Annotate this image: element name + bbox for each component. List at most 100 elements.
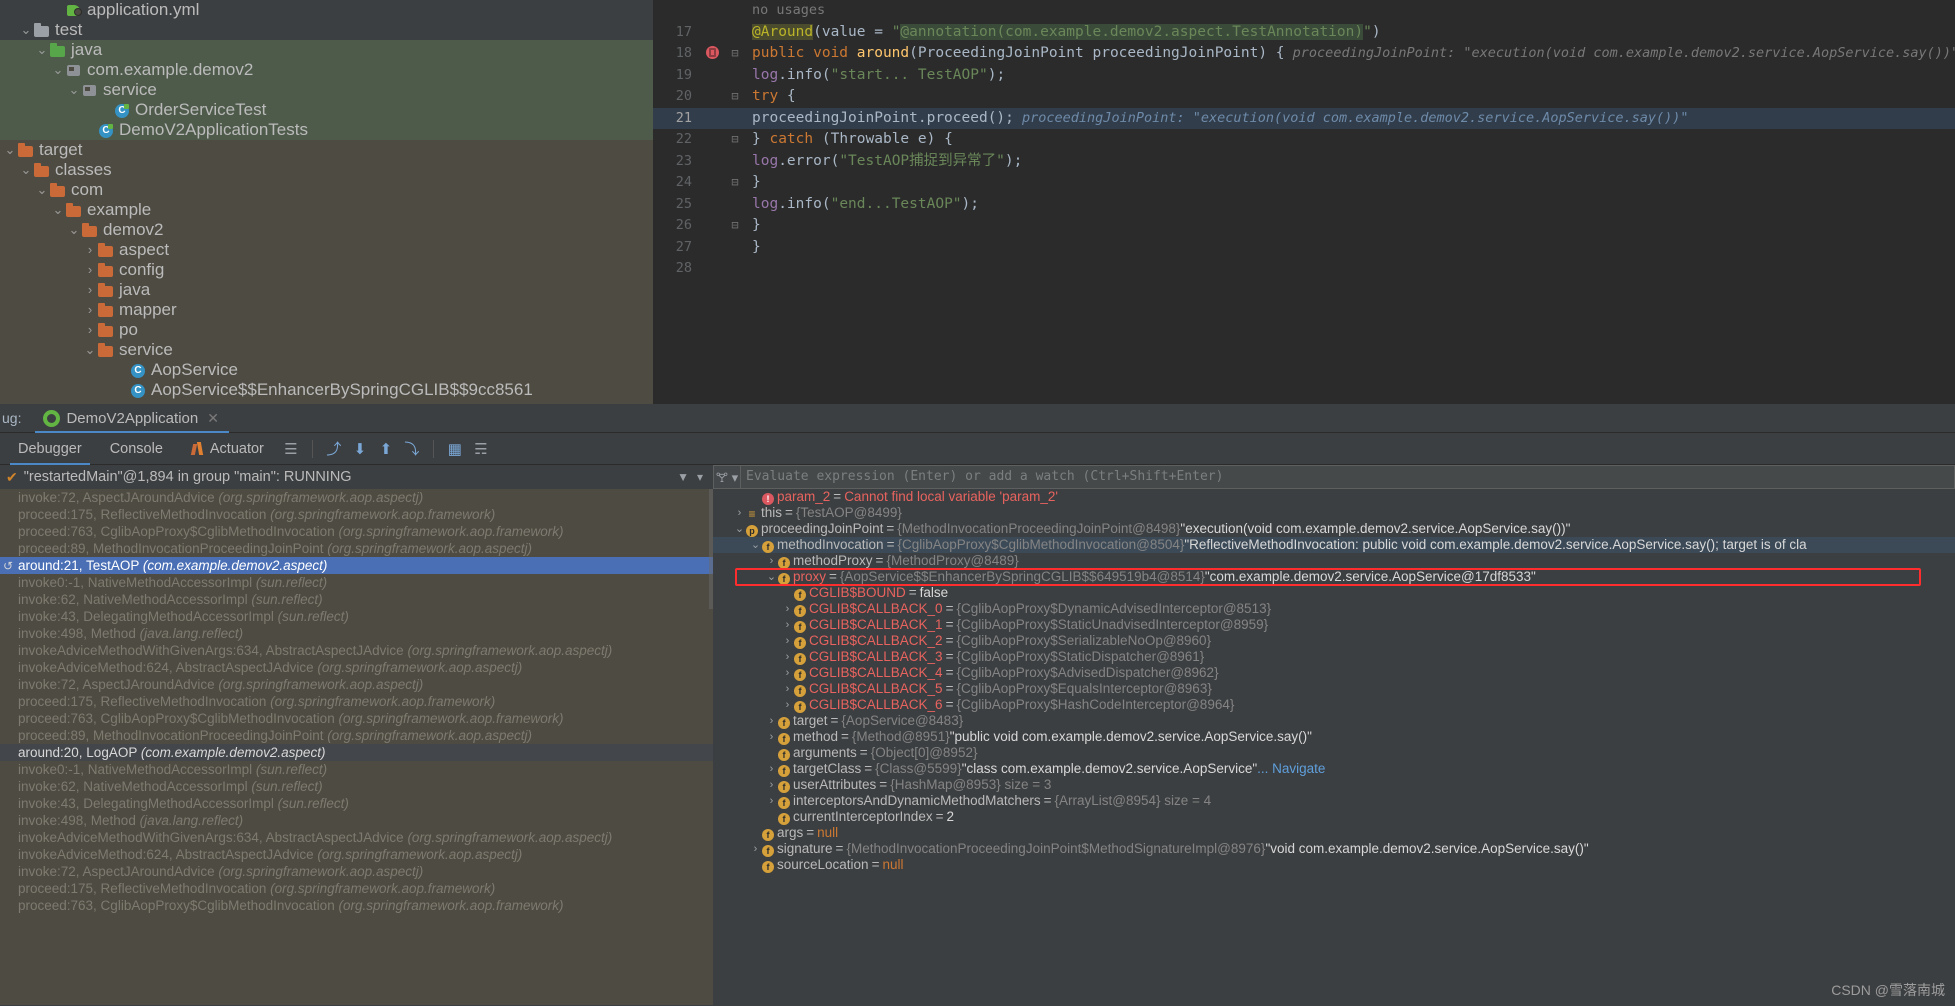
frame-row[interactable]: invokeAdviceMethodWithGivenArgs:634, Abs… (0, 642, 713, 659)
fold-toggle-icon[interactable]: ⊟ (726, 172, 744, 194)
close-icon[interactable]: ✕ (207, 410, 219, 427)
tree-item-classes[interactable]: ⌄ classes (0, 160, 653, 180)
chevron-right-icon[interactable]: › (733, 505, 746, 521)
filter-icon[interactable]: 🝖 ▾ (714, 465, 740, 490)
chevron-right-icon[interactable]: › (82, 280, 98, 300)
code-editor[interactable]: no usages 17 @Around(value = "@annotation(… (653, 0, 1955, 404)
tree-item-example[interactable]: ⌄ example (0, 200, 653, 220)
tree-item-com-example-demov2[interactable]: ⌄ com.example.demov2 (0, 60, 653, 80)
variable-row[interactable]: f sourceLocation = null (713, 857, 1955, 873)
frame-row[interactable]: invokeAdviceMethod:624, AbstractAspectJA… (0, 659, 713, 676)
evaluate-expression-input[interactable]: Evaluate expression (Enter) or add a wat… (740, 466, 1954, 488)
navigate-link[interactable]: ... Navigate (1257, 761, 1325, 777)
variable-row[interactable]: f args = null (713, 825, 1955, 841)
step-over-button[interactable]: ⤴ (321, 436, 347, 462)
frame-row[interactable]: proceed:175, ReflectiveMethodInvocation … (0, 506, 713, 523)
variable-row[interactable]: › f interceptorsAndDynamicMethodMatchers =… (713, 793, 1955, 809)
chevron-down-icon[interactable]: ⌄ (18, 160, 34, 180)
variables-tree[interactable]: ! param_2 = Cannot find local variable 'p… (713, 489, 1955, 873)
frame-row[interactable]: invoke:72, AspectJAroundAdvice (org.spri… (0, 489, 713, 506)
frame-row[interactable]: invokeAdviceMethod:624, AbstractAspectJA… (0, 846, 713, 863)
frames-options-icon[interactable]: ▾ (697, 470, 703, 484)
chevron-down-icon[interactable]: ⌄ (66, 80, 82, 100)
run-to-cursor-button[interactable]: ⤵ (399, 436, 425, 462)
variable-row[interactable]: › f method = {Method@8951} "public void co… (713, 729, 1955, 745)
code-line[interactable]: 23 log.error("TestAOP捕捉到异常了"); (653, 151, 1955, 173)
chevron-down-icon[interactable]: ⌄ (765, 569, 778, 585)
tree-item-target[interactable]: ⌄ target (0, 140, 653, 160)
code-line[interactable]: 26 ⊟} (653, 215, 1955, 237)
tree-item-service[interactable]: ⌄ service (0, 80, 653, 100)
tree-item-com[interactable]: ⌄ com (0, 180, 653, 200)
frame-row[interactable]: invoke:72, AspectJAroundAdvice (org.spri… (0, 863, 713, 880)
frame-row[interactable]: proceed:763, CglibAopProxy$CglibMethodIn… (0, 710, 713, 727)
variable-row[interactable]: f currentInterceptorIndex = 2 (713, 809, 1955, 825)
variable-row[interactable]: f arguments = {Object[0]@8952} (713, 745, 1955, 761)
frame-row[interactable]: invoke:62, NativeMethodAccessorImpl (sun… (0, 778, 713, 795)
frame-row[interactable]: invoke0:-1, NativeMethodAccessorImpl (su… (0, 574, 713, 591)
breakpoint-icon[interactable] (698, 43, 726, 65)
frames-view-button[interactable]: ☰ (278, 436, 304, 462)
reset-frame-icon[interactable]: ↺ (3, 558, 13, 575)
tree-item-mapper[interactable]: › mapper (0, 300, 653, 320)
debug-session-tab[interactable]: DemoV2Application ✕ (35, 404, 230, 433)
frame-row[interactable]: invoke0:-1, NativeMethodAccessorImpl (su… (0, 761, 713, 778)
tree-item-aspect[interactable]: › aspect (0, 240, 653, 260)
tree-item-orderservicetest[interactable]: C OrderServiceTest (0, 100, 653, 120)
chevron-right-icon[interactable]: › (765, 777, 778, 793)
project-tree[interactable]: application.yml ⌄ test ⌄ java ⌄ com.example.de… (0, 0, 653, 404)
variable-row[interactable]: › f userAttributes = {HashMap@8953} size =… (713, 777, 1955, 793)
variable-row[interactable]: › f CGLIB$CALLBACK_5 = {CglibAopProxy$Equa… (713, 681, 1955, 697)
chevron-right-icon[interactable]: › (82, 300, 98, 320)
variable-row[interactable]: › f CGLIB$CALLBACK_4 = {CglibAopProxy$Advi… (713, 665, 1955, 681)
code-line[interactable]: 19 log.info("start... TestAOP"); (653, 65, 1955, 87)
variable-row[interactable]: ⌄ f methodInvocation = {CglibAopProxy$Cgli… (713, 537, 1955, 553)
code-line[interactable]: 21 proceedingJoinPoint.proceed(); procee… (653, 107, 1955, 129)
chevron-right-icon[interactable]: › (749, 841, 762, 857)
variable-row[interactable]: › f targetClass = {Class@5599} "class com.… (713, 761, 1955, 777)
frame-row[interactable]: proceed:175, ReflectiveMethodInvocation … (0, 880, 713, 897)
chevron-right-icon[interactable]: › (82, 240, 98, 260)
variable-row[interactable]: › f CGLIB$CALLBACK_0 = {CglibAopProxy$Dyna… (713, 601, 1955, 617)
variable-row[interactable]: › f CGLIB$CALLBACK_3 = {CglibAopProxy$Stat… (713, 649, 1955, 665)
frame-row[interactable]: ↺ around:21, TestAOP (com.example.demov2.… (0, 557, 713, 574)
frame-row[interactable]: proceed:89, MethodInvocationProceedingJo… (0, 540, 713, 557)
tab-console[interactable]: Console (96, 433, 177, 465)
frame-row[interactable]: proceed:763, CglibAopProxy$CglibMethodIn… (0, 897, 713, 914)
frame-row[interactable]: invoke:43, DelegatingMethodAccessorImpl … (0, 795, 713, 812)
variable-row[interactable]: f CGLIB$BOUND = false (713, 585, 1955, 601)
tab-debugger[interactable]: Debugger (4, 433, 96, 465)
frame-row[interactable]: around:20, LogAOP (com.example.demov2.as… (0, 744, 713, 761)
chevron-right-icon[interactable]: › (765, 761, 778, 777)
chevron-right-icon[interactable]: › (765, 713, 778, 729)
settings-button[interactable]: ☴ (468, 436, 494, 462)
step-out-button[interactable]: ⬆ (373, 436, 399, 462)
code-line[interactable]: 22 ⊟ } catch (Throwable e) { (653, 129, 1955, 151)
step-into-button[interactable]: ⬇ (347, 436, 373, 462)
tree-item-application-yml[interactable]: application.yml (0, 0, 653, 20)
chevron-down-icon[interactable]: ⌄ (50, 200, 66, 220)
variable-row[interactable]: ⌄ f proxy = {AopService$$EnhancerBySpringC… (713, 569, 1955, 585)
code-line[interactable]: 20 ⊟ try { (653, 86, 1955, 108)
chevron-down-icon[interactable]: ⌄ (733, 521, 746, 537)
chevron-right-icon[interactable]: › (781, 697, 794, 713)
variable-row[interactable]: › f target = {AopService@8483} (713, 713, 1955, 729)
filter-frames-icon[interactable]: ▼ (677, 470, 689, 484)
chevron-right-icon[interactable]: › (765, 553, 778, 569)
chevron-down-icon[interactable]: ⌄ (34, 40, 50, 60)
variable-row[interactable]: ! param_2 = Cannot find local variable 'p… (713, 489, 1955, 505)
code-line[interactable]: 28 (653, 258, 1955, 280)
variable-row[interactable]: › f CGLIB$CALLBACK_1 = {CglibAopProxy$Stat… (713, 617, 1955, 633)
thread-selector[interactable]: ✔ "restartedMain"@1,894 in group "main":… (0, 465, 713, 489)
tree-item-demov2[interactable]: ⌄ demov2 (0, 220, 653, 240)
editor-hint-row[interactable]: no usages (653, 0, 1955, 22)
frames-list[interactable]: invoke:72, AspectJAroundAdvice (org.spri… (0, 489, 713, 914)
chevron-right-icon[interactable]: › (781, 633, 794, 649)
chevron-down-icon[interactable]: ⌄ (66, 220, 82, 240)
chevron-right-icon[interactable]: › (781, 649, 794, 665)
tree-item-config[interactable]: › config (0, 260, 653, 280)
tree-item-service[interactable]: ⌄ service (0, 340, 653, 360)
tree-item-po[interactable]: › po (0, 320, 653, 340)
code-line[interactable]: 24 ⊟ } (653, 172, 1955, 194)
variable-row[interactable]: › f CGLIB$CALLBACK_2 = {CglibAopProxy$Seri… (713, 633, 1955, 649)
